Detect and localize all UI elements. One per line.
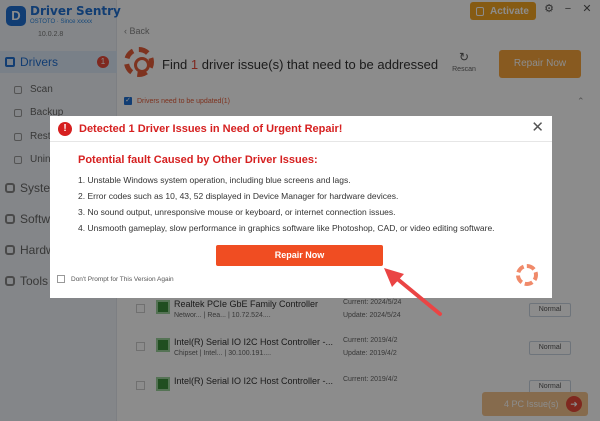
close-icon[interactable]: ✕ bbox=[531, 120, 544, 136]
fault-heading: Potential fault Caused by Other Driver I… bbox=[78, 154, 318, 166]
issue-item: 2. Error codes such as 10, 43, 52 displa… bbox=[78, 191, 399, 201]
issue-item: 3. No sound output, unresponsive mouse o… bbox=[78, 207, 396, 217]
issue-item: 1. Unstable Windows system operation, in… bbox=[78, 175, 351, 185]
dont-prompt-checkbox[interactable] bbox=[57, 275, 65, 283]
repair-now-button[interactable]: Repair Now bbox=[216, 245, 383, 266]
dont-prompt-option[interactable]: Don't Prompt for This Version Again bbox=[57, 275, 174, 283]
issue-item: 4. Unsmooth gameplay, slow performance i… bbox=[78, 223, 495, 233]
dialog-title: Detected 1 Driver Issues in Need of Urge… bbox=[79, 123, 343, 135]
dialog-header: ! Detected 1 Driver Issues in Need of Ur… bbox=[50, 116, 552, 142]
urgent-repair-dialog: ! Detected 1 Driver Issues in Need of Ur… bbox=[50, 116, 552, 298]
alert-icon: ! bbox=[58, 122, 72, 136]
gear-icon bbox=[516, 264, 538, 286]
dont-prompt-label: Don't Prompt for This Version Again bbox=[71, 275, 174, 283]
